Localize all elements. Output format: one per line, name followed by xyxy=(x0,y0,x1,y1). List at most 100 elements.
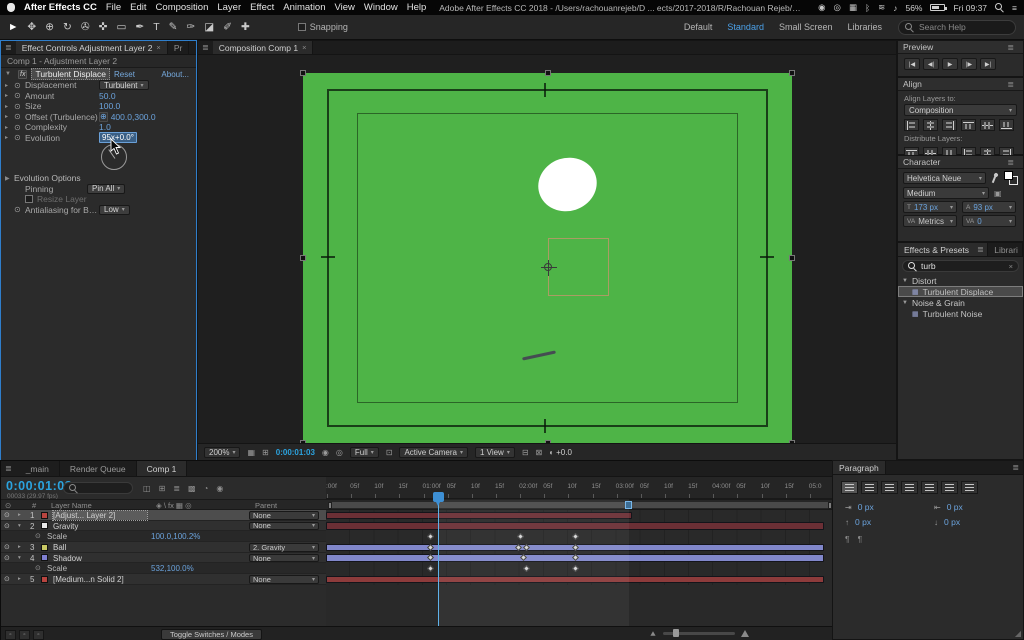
property-value[interactable]: 532,100.0% xyxy=(151,564,194,573)
comp-handle-tc[interactable] xyxy=(545,70,551,76)
menubar-app-icon-2[interactable]: ◎ xyxy=(834,2,841,13)
selection-tool[interactable]: ► xyxy=(8,21,18,33)
twirl-down-icon[interactable]: ▼ xyxy=(902,300,908,306)
twirl-icon[interactable]: ▸ xyxy=(18,576,21,582)
tab-paragraph[interactable]: Paragraph xyxy=(833,461,886,474)
snapshot-icon[interactable]: ◉ xyxy=(322,448,329,457)
layer-row-shadow[interactable]: ⊙▾4ShadowNone▾ xyxy=(1,553,326,564)
indent-right-field[interactable]: ⇤0 px xyxy=(934,502,1011,512)
frame-blending-icon[interactable]: ▩ xyxy=(188,484,196,493)
visibility-eye-icon[interactable]: ⊙ xyxy=(4,511,10,519)
timeline-tab-render-queue[interactable]: Render Queue xyxy=(60,461,137,476)
clear-search-icon[interactable]: × xyxy=(1009,262,1013,271)
draft-3d-icon[interactable]: ⊞ xyxy=(159,484,166,493)
effect-item-turbulent-noise[interactable]: ▦Turbulent Noise xyxy=(898,308,1023,319)
layer-row-gravity[interactable]: ⊙▾2GravityNone▾ xyxy=(1,521,326,532)
layer-row-medium-n-solid-2[interactable]: ⊙▸5[Medium...n Solid 2]None▾ xyxy=(1,574,326,585)
layer-row-ball[interactable]: ⊙▸3Ball2. Gravity▾ xyxy=(1,542,326,553)
menu-animation[interactable]: Animation xyxy=(283,2,325,13)
tab-project-partial[interactable]: Pr xyxy=(168,41,190,54)
stopwatch-icon[interactable]: ⊙ xyxy=(35,564,41,572)
magnification-dropdown[interactable]: 200%▾ xyxy=(204,447,240,458)
graph-editor-icon[interactable]: ◉ xyxy=(216,484,223,493)
justify-last-right-button[interactable] xyxy=(941,481,958,494)
timeline-track-area[interactable] xyxy=(326,510,834,626)
view-layout-dropdown[interactable]: 1 View▾ xyxy=(475,447,515,458)
twirl-icon[interactable]: ▸ xyxy=(18,512,21,518)
indent-left-field[interactable]: ⇥0 px xyxy=(845,502,922,512)
type-tool[interactable]: T xyxy=(153,21,159,33)
effect-name[interactable]: Turbulent Displace xyxy=(31,68,110,80)
antialiasing-dropdown[interactable]: Low▾ xyxy=(99,205,130,215)
parent-dropdown[interactable]: 2. Gravity▾ xyxy=(249,543,319,552)
zoom-out-mountain-icon[interactable] xyxy=(650,631,655,636)
stopwatch-icon[interactable]: ⊙ xyxy=(14,123,25,132)
font-style-dropdown[interactable]: Medium▾ xyxy=(903,187,989,199)
timeline-tab-comp-1[interactable]: Comp 1 xyxy=(137,461,188,476)
tab-effects-presets[interactable]: Effects & Presets ≣ xyxy=(898,243,988,256)
selected-layer-bounds[interactable] xyxy=(548,238,609,296)
layer-duration-bar[interactable] xyxy=(326,522,824,530)
twirl-right-icon[interactable]: ▶ xyxy=(5,175,14,182)
keyframe-icon[interactable] xyxy=(523,565,530,572)
align-left-button[interactable] xyxy=(904,119,919,131)
snapping-checkbox[interactable] xyxy=(298,23,306,31)
layer-color-chip[interactable] xyxy=(41,544,48,551)
tab-composition[interactable]: Composition Comp 1 × xyxy=(213,41,314,54)
align-to-dropdown[interactable]: Composition ▾ xyxy=(904,104,1017,116)
property-value[interactable]: 100.0,100.2% xyxy=(151,532,200,541)
hand-tool[interactable]: ✥ xyxy=(27,21,36,33)
align-horizontal-center-button[interactable] xyxy=(923,119,938,131)
twirl-icon[interactable]: ▾ xyxy=(18,555,21,561)
twirl-icon[interactable]: ▾ xyxy=(18,523,21,529)
layer-color-chip[interactable] xyxy=(41,522,48,529)
workspace-standard[interactable]: Standard xyxy=(727,22,764,32)
workspace-libraries[interactable]: Libraries xyxy=(847,22,882,32)
zoom-slider-track[interactable] xyxy=(663,632,735,635)
align-bottom-button[interactable] xyxy=(999,119,1014,131)
layer-color-chip[interactable] xyxy=(41,554,48,561)
twirl-down-icon[interactable]: ▼ xyxy=(5,71,14,77)
show-channel-icon[interactable]: ◎ xyxy=(336,448,343,457)
time-ruler[interactable]: :00f05f10f15f01:00f05f10f15f02:00f05f10f… xyxy=(326,477,834,499)
motion-blur-icon[interactable]: ◔ xyxy=(204,484,209,493)
stopwatch-icon[interactable]: ⊙ xyxy=(14,133,25,142)
close-icon[interactable]: × xyxy=(156,43,160,52)
property-value[interactable]: 400.0,300.0 xyxy=(111,112,156,122)
right-to-left-icon[interactable]: ¶ xyxy=(858,534,863,544)
menu-window[interactable]: Window xyxy=(364,2,398,13)
comp-mini-flowchart-icon[interactable]: ◫ xyxy=(143,484,151,493)
parent-dropdown[interactable]: None▾ xyxy=(249,554,319,563)
current-time-indicator-head[interactable] xyxy=(433,492,444,502)
property-edit-field[interactable]: 95x+0.0° xyxy=(99,132,137,143)
parent-dropdown[interactable]: None▾ xyxy=(249,511,319,520)
pinning-dropdown[interactable]: Pin All▾ xyxy=(87,184,125,194)
roto-brush-tool[interactable]: ✐ xyxy=(223,21,232,33)
pen-tool[interactable]: ✒ xyxy=(135,21,144,33)
menu-edit[interactable]: Edit xyxy=(130,2,146,13)
notification-center-icon[interactable]: ≡ xyxy=(1012,3,1017,13)
clone-stamp-tool[interactable]: ✑ xyxy=(186,21,195,33)
close-icon[interactable]: × xyxy=(302,43,306,52)
resize-grip-icon[interactable]: ◢ xyxy=(1015,629,1021,638)
last-frame-button[interactable]: ▶| xyxy=(980,58,996,70)
rotation-tool[interactable]: ↻ xyxy=(63,21,72,33)
keyframe-icon[interactable] xyxy=(572,565,579,572)
align-center-button[interactable] xyxy=(861,481,878,494)
effect-item-turbulent-displace[interactable]: ▦Turbulent Displace xyxy=(898,286,1023,297)
property-value[interactable]: 1.0 xyxy=(99,122,111,132)
zoom-slider-handle[interactable] xyxy=(673,629,679,637)
zoom-tool[interactable]: ⊕ xyxy=(45,21,54,33)
parent-column[interactable]: Parent xyxy=(255,501,277,510)
visibility-eye-icon[interactable]: ⊙ xyxy=(4,543,10,551)
align-right-button[interactable] xyxy=(881,481,898,494)
space-before-field[interactable]: ↑0 px xyxy=(845,517,922,527)
property-value[interactable]: 50.0 xyxy=(99,91,116,101)
justify-last-center-button[interactable] xyxy=(921,481,938,494)
choose-grid-icon[interactable]: ▦ xyxy=(247,448,255,457)
stopwatch-icon[interactable]: ⊙ xyxy=(35,532,41,540)
workspace-default[interactable]: Default xyxy=(684,22,713,32)
puppet-pin-tool[interactable]: ✚ xyxy=(241,21,250,33)
font-family-dropdown[interactable]: Helvetica Neue▾ xyxy=(903,172,986,184)
anchor-point-icon[interactable] xyxy=(544,263,552,271)
